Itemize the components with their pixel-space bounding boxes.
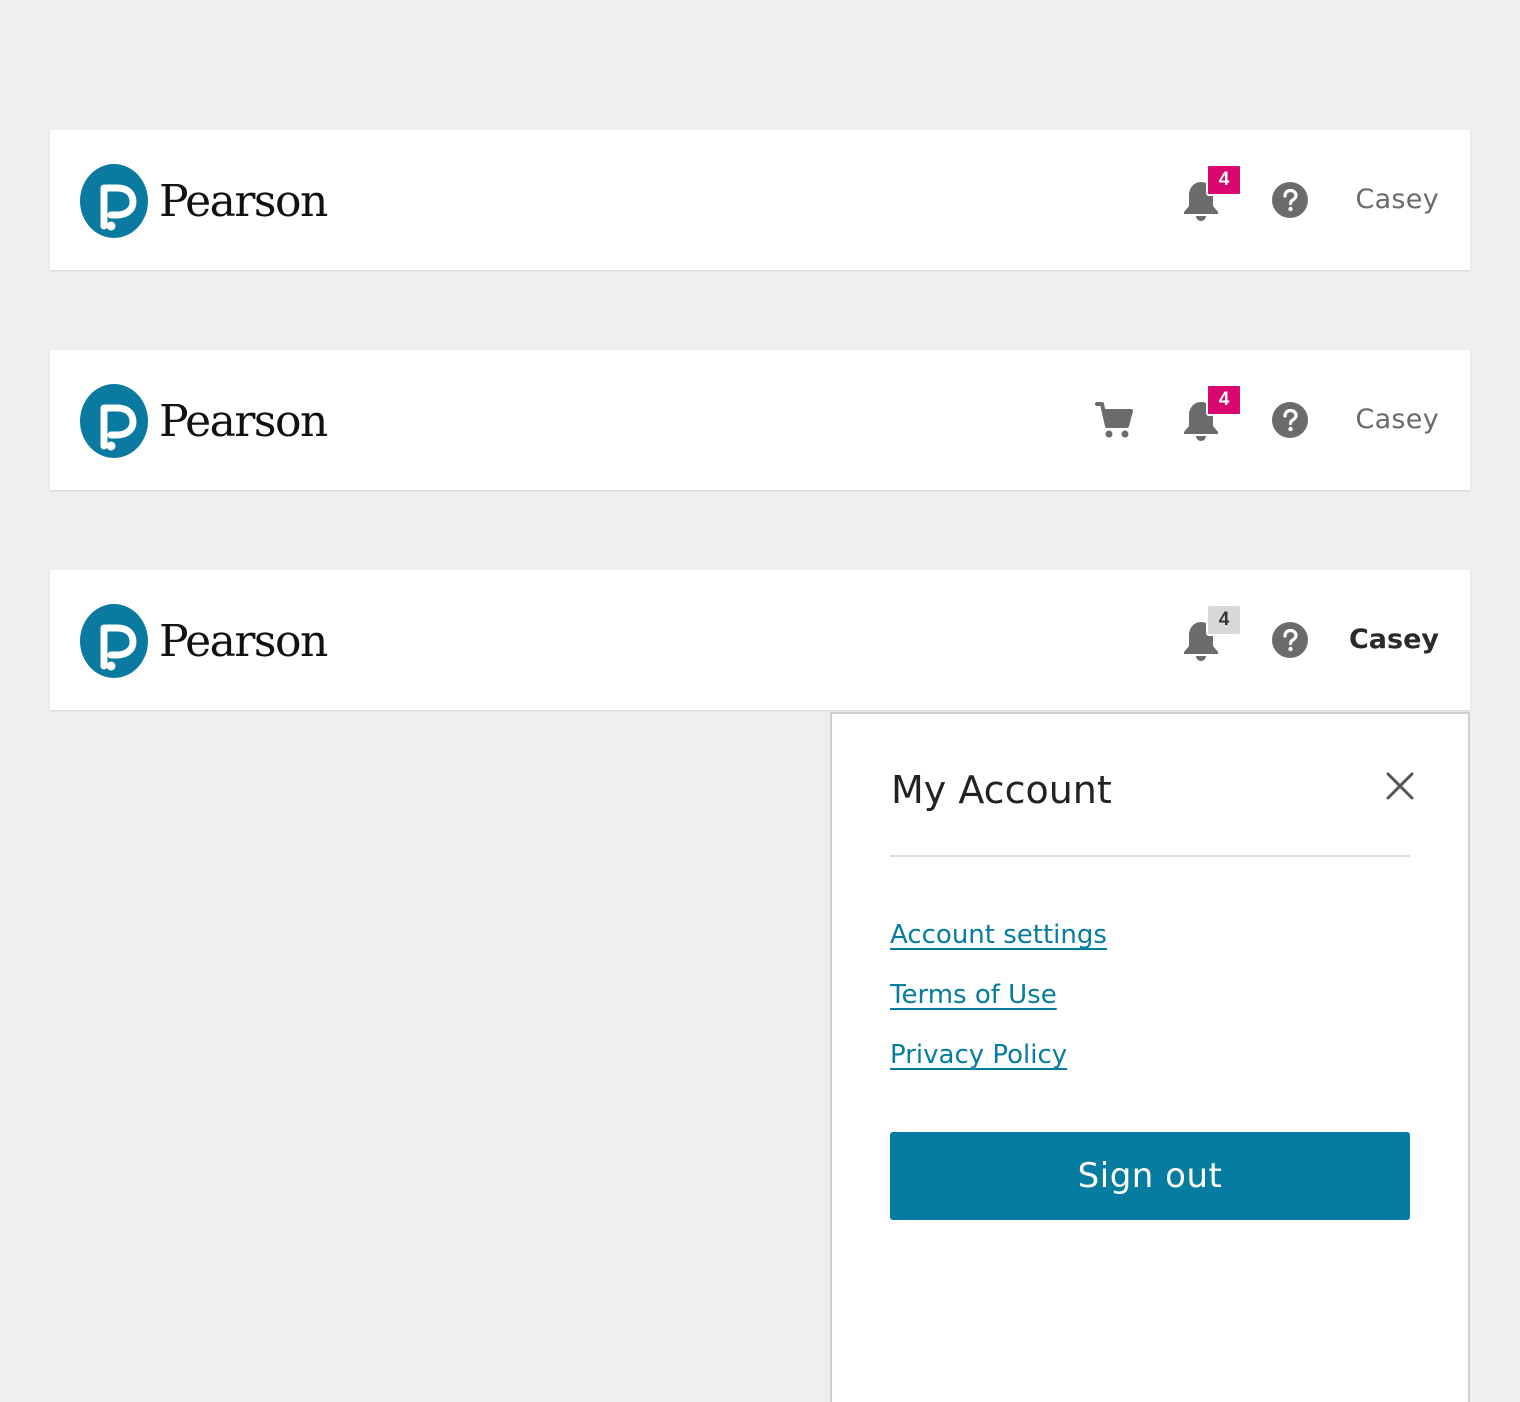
pearson-logo-icon (80, 164, 148, 238)
account-menu-divider (890, 855, 1410, 857)
header-bar-1: Pearson 4 Casey (50, 130, 1470, 270)
pearson-logo[interactable]: Pearson (80, 384, 328, 458)
help-icon[interactable] (1271, 401, 1309, 439)
terms-of-use-link[interactable]: Terms of Use (890, 977, 1057, 1013)
user-menu-button[interactable]: Casey (1349, 622, 1439, 658)
account-settings-link[interactable]: Account settings (890, 917, 1107, 953)
header-bar-3: Pearson 4 Casey (50, 570, 1470, 710)
cart-icon[interactable] (1095, 400, 1133, 440)
notification-badge: 4 (1206, 604, 1242, 636)
user-menu-button[interactable]: Casey (1355, 182, 1439, 218)
pearson-wordmark: Pearson (159, 616, 328, 667)
sign-out-button[interactable]: Sign out (890, 1132, 1410, 1220)
account-menu-panel: My Account Account settings Terms of Use… (830, 712, 1470, 1402)
notification-badge: 4 (1206, 384, 1242, 416)
pearson-wordmark: Pearson (159, 396, 328, 447)
notification-badge: 4 (1206, 164, 1242, 196)
privacy-policy-link[interactable]: Privacy Policy (890, 1037, 1067, 1073)
help-icon[interactable] (1271, 181, 1309, 219)
account-menu-title: My Account (891, 768, 1112, 812)
pearson-logo-icon (80, 384, 148, 458)
pearson-logo[interactable]: Pearson (80, 604, 328, 678)
header-bar-2: Pearson 4 Casey (50, 350, 1470, 490)
pearson-logo-icon (80, 604, 148, 678)
close-icon[interactable] (1383, 769, 1417, 803)
pearson-wordmark: Pearson (159, 176, 328, 227)
help-icon[interactable] (1271, 621, 1309, 659)
pearson-logo[interactable]: Pearson (80, 164, 328, 238)
user-menu-button[interactable]: Casey (1355, 402, 1439, 438)
